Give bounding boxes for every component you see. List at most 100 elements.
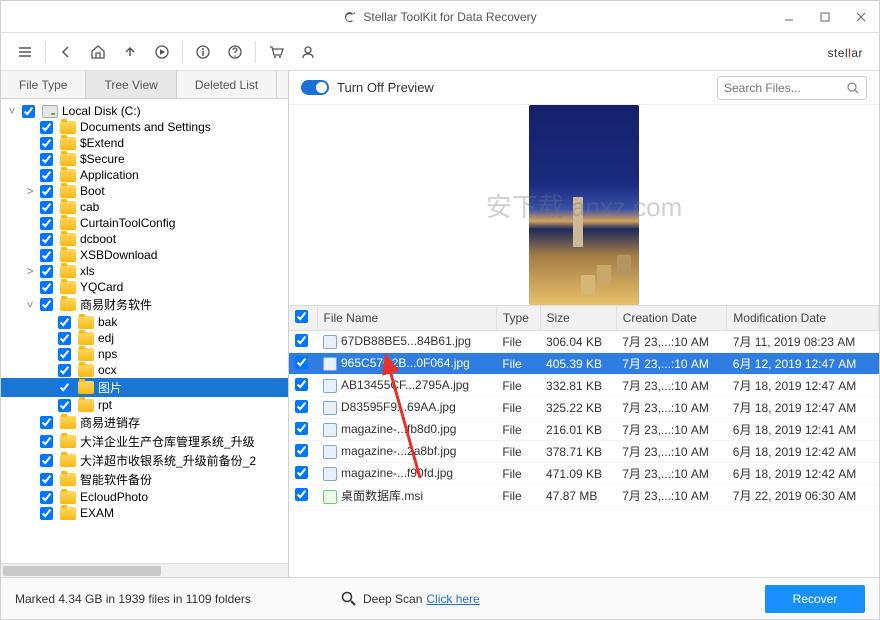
tree-checkbox[interactable]	[40, 281, 53, 294]
tree-checkbox[interactable]	[40, 169, 53, 182]
tree-row[interactable]: ocx	[1, 362, 288, 378]
tree-checkbox[interactable]	[40, 473, 53, 486]
tree-checkbox[interactable]	[40, 137, 53, 150]
cart-button[interactable]	[262, 38, 290, 66]
tree-checkbox[interactable]	[58, 381, 71, 394]
tree-checkbox[interactable]	[40, 435, 53, 448]
user-button[interactable]	[294, 38, 322, 66]
tree-row[interactable]: 图片	[1, 378, 288, 397]
table-row[interactable]: magazine-...f90fd.jpgFile471.09 KB7月 23,…	[289, 463, 879, 485]
tree-checkbox[interactable]	[40, 153, 53, 166]
tree-row[interactable]: CurtainToolConfig	[1, 215, 288, 231]
tree-row[interactable]: EcloudPhoto	[1, 489, 288, 505]
row-checkbox[interactable]	[295, 444, 308, 457]
tree-row[interactable]: ˅Local Disk (C:)	[1, 103, 288, 119]
recover-button[interactable]: Recover	[765, 585, 865, 613]
search-box[interactable]	[717, 76, 867, 100]
row-checkbox[interactable]	[295, 488, 308, 501]
tree-row[interactable]: $Secure	[1, 151, 288, 167]
tree-row[interactable]: bak	[1, 314, 288, 330]
tree-row[interactable]: >Boot	[1, 183, 288, 199]
up-arrow-button[interactable]	[116, 38, 144, 66]
chevron-right-icon[interactable]: >	[23, 184, 37, 198]
tree-checkbox[interactable]	[58, 399, 71, 412]
tab-tree-view[interactable]: Tree View	[86, 71, 176, 98]
menu-button[interactable]	[11, 38, 39, 66]
tab-deleted-list[interactable]: Deleted List	[177, 71, 277, 98]
tree-row[interactable]: cab	[1, 199, 288, 215]
tree-row[interactable]: Application	[1, 167, 288, 183]
close-button[interactable]	[843, 1, 879, 32]
tab-file-type[interactable]: File Type	[1, 71, 86, 98]
tree-checkbox[interactable]	[40, 491, 53, 504]
row-checkbox[interactable]	[295, 466, 308, 479]
tree-row[interactable]: 智能软件备份	[1, 470, 288, 489]
tree-checkbox[interactable]	[40, 217, 53, 230]
home-button[interactable]	[84, 38, 112, 66]
chevron-right-icon[interactable]: >	[23, 264, 37, 278]
info-button[interactable]	[189, 38, 217, 66]
table-row[interactable]: 桌面数据库.msiFile47.87 MB7月 23,...:10 AM7月 2…	[289, 485, 879, 507]
row-checkbox[interactable]	[295, 422, 308, 435]
tree-row[interactable]: edj	[1, 330, 288, 346]
tree-row[interactable]: 大洋超市收银系统_升级前备份_2	[1, 451, 288, 470]
tree-row[interactable]: XSBDownload	[1, 247, 288, 263]
column-header[interactable]: File Name	[317, 306, 496, 331]
tree-checkbox[interactable]	[40, 454, 53, 467]
tree-checkbox[interactable]	[40, 507, 53, 520]
table-row[interactable]: AB13455CF...2795A.jpgFile332.81 KB7月 23,…	[289, 375, 879, 397]
column-header[interactable]: Type	[496, 306, 540, 331]
back-button[interactable]	[52, 38, 80, 66]
tree-row[interactable]: >xls	[1, 263, 288, 279]
tree-row[interactable]: Documents and Settings	[1, 119, 288, 135]
tree-row[interactable]: ˅商易财务软件	[1, 295, 288, 314]
row-checkbox[interactable]	[295, 356, 308, 369]
chevron-down-icon[interactable]: ˅	[23, 298, 37, 312]
row-checkbox[interactable]	[295, 400, 308, 413]
tree-checkbox[interactable]	[22, 105, 35, 118]
column-header[interactable]: Creation Date	[616, 306, 727, 331]
table-row[interactable]: 67DB88BE5...84B61.jpgFile306.04 KB7月 23,…	[289, 331, 879, 353]
tree-h-scrollbar[interactable]	[1, 563, 288, 577]
tree-checkbox[interactable]	[58, 332, 71, 345]
tree-checkbox[interactable]	[40, 121, 53, 134]
tree-row[interactable]: 大洋企业生产仓库管理系统_升级	[1, 432, 288, 451]
tree-checkbox[interactable]	[40, 265, 53, 278]
tree-checkbox[interactable]	[40, 298, 53, 311]
tree-row[interactable]: rpt	[1, 397, 288, 413]
select-all-checkbox[interactable]	[295, 310, 308, 323]
help-button[interactable]	[221, 38, 249, 66]
table-row[interactable]: 965C57C2B...0F064.jpgFile405.39 KB7月 23,…	[289, 353, 879, 375]
tree-row[interactable]: 商易进销存	[1, 413, 288, 432]
tree-checkbox[interactable]	[40, 201, 53, 214]
maximize-button[interactable]	[807, 1, 843, 32]
tree-checkbox[interactable]	[58, 316, 71, 329]
preview-toggle[interactable]	[301, 80, 329, 95]
chevron-down-icon[interactable]: ˅	[5, 104, 19, 118]
tree-checkbox[interactable]	[40, 416, 53, 429]
tree-checkbox[interactable]	[58, 364, 71, 377]
tree-checkbox[interactable]	[58, 348, 71, 361]
tree-row[interactable]: YQCard	[1, 279, 288, 295]
folder-tree[interactable]: ˅Local Disk (C:)Documents and Settings$E…	[1, 99, 288, 563]
tree-checkbox[interactable]	[40, 249, 53, 262]
tree-row[interactable]: $Extend	[1, 135, 288, 151]
search-input[interactable]	[724, 81, 842, 95]
column-header[interactable]: Modification Date	[727, 306, 879, 331]
search-icon[interactable]	[846, 81, 860, 95]
tree-row[interactable]: nps	[1, 346, 288, 362]
table-row[interactable]: magazine-...fb8d0.jpgFile216.01 KB7月 23,…	[289, 419, 879, 441]
table-row[interactable]: D83595F9...69AA.jpgFile325.22 KB7月 23,..…	[289, 397, 879, 419]
play-button[interactable]	[148, 38, 176, 66]
file-list[interactable]: File NameTypeSizeCreation DateModificati…	[289, 305, 879, 577]
tree-row[interactable]: dcboot	[1, 231, 288, 247]
table-row[interactable]: magazine-...2a8bf.jpgFile378.71 KB7月 23,…	[289, 441, 879, 463]
deep-scan-link[interactable]: Click here	[426, 592, 479, 606]
minimize-button[interactable]	[771, 1, 807, 32]
row-checkbox[interactable]	[295, 334, 308, 347]
tree-checkbox[interactable]	[40, 185, 53, 198]
tree-checkbox[interactable]	[40, 233, 53, 246]
row-checkbox[interactable]	[295, 378, 308, 391]
column-header[interactable]: Size	[540, 306, 616, 331]
tree-row[interactable]: EXAM	[1, 505, 288, 521]
